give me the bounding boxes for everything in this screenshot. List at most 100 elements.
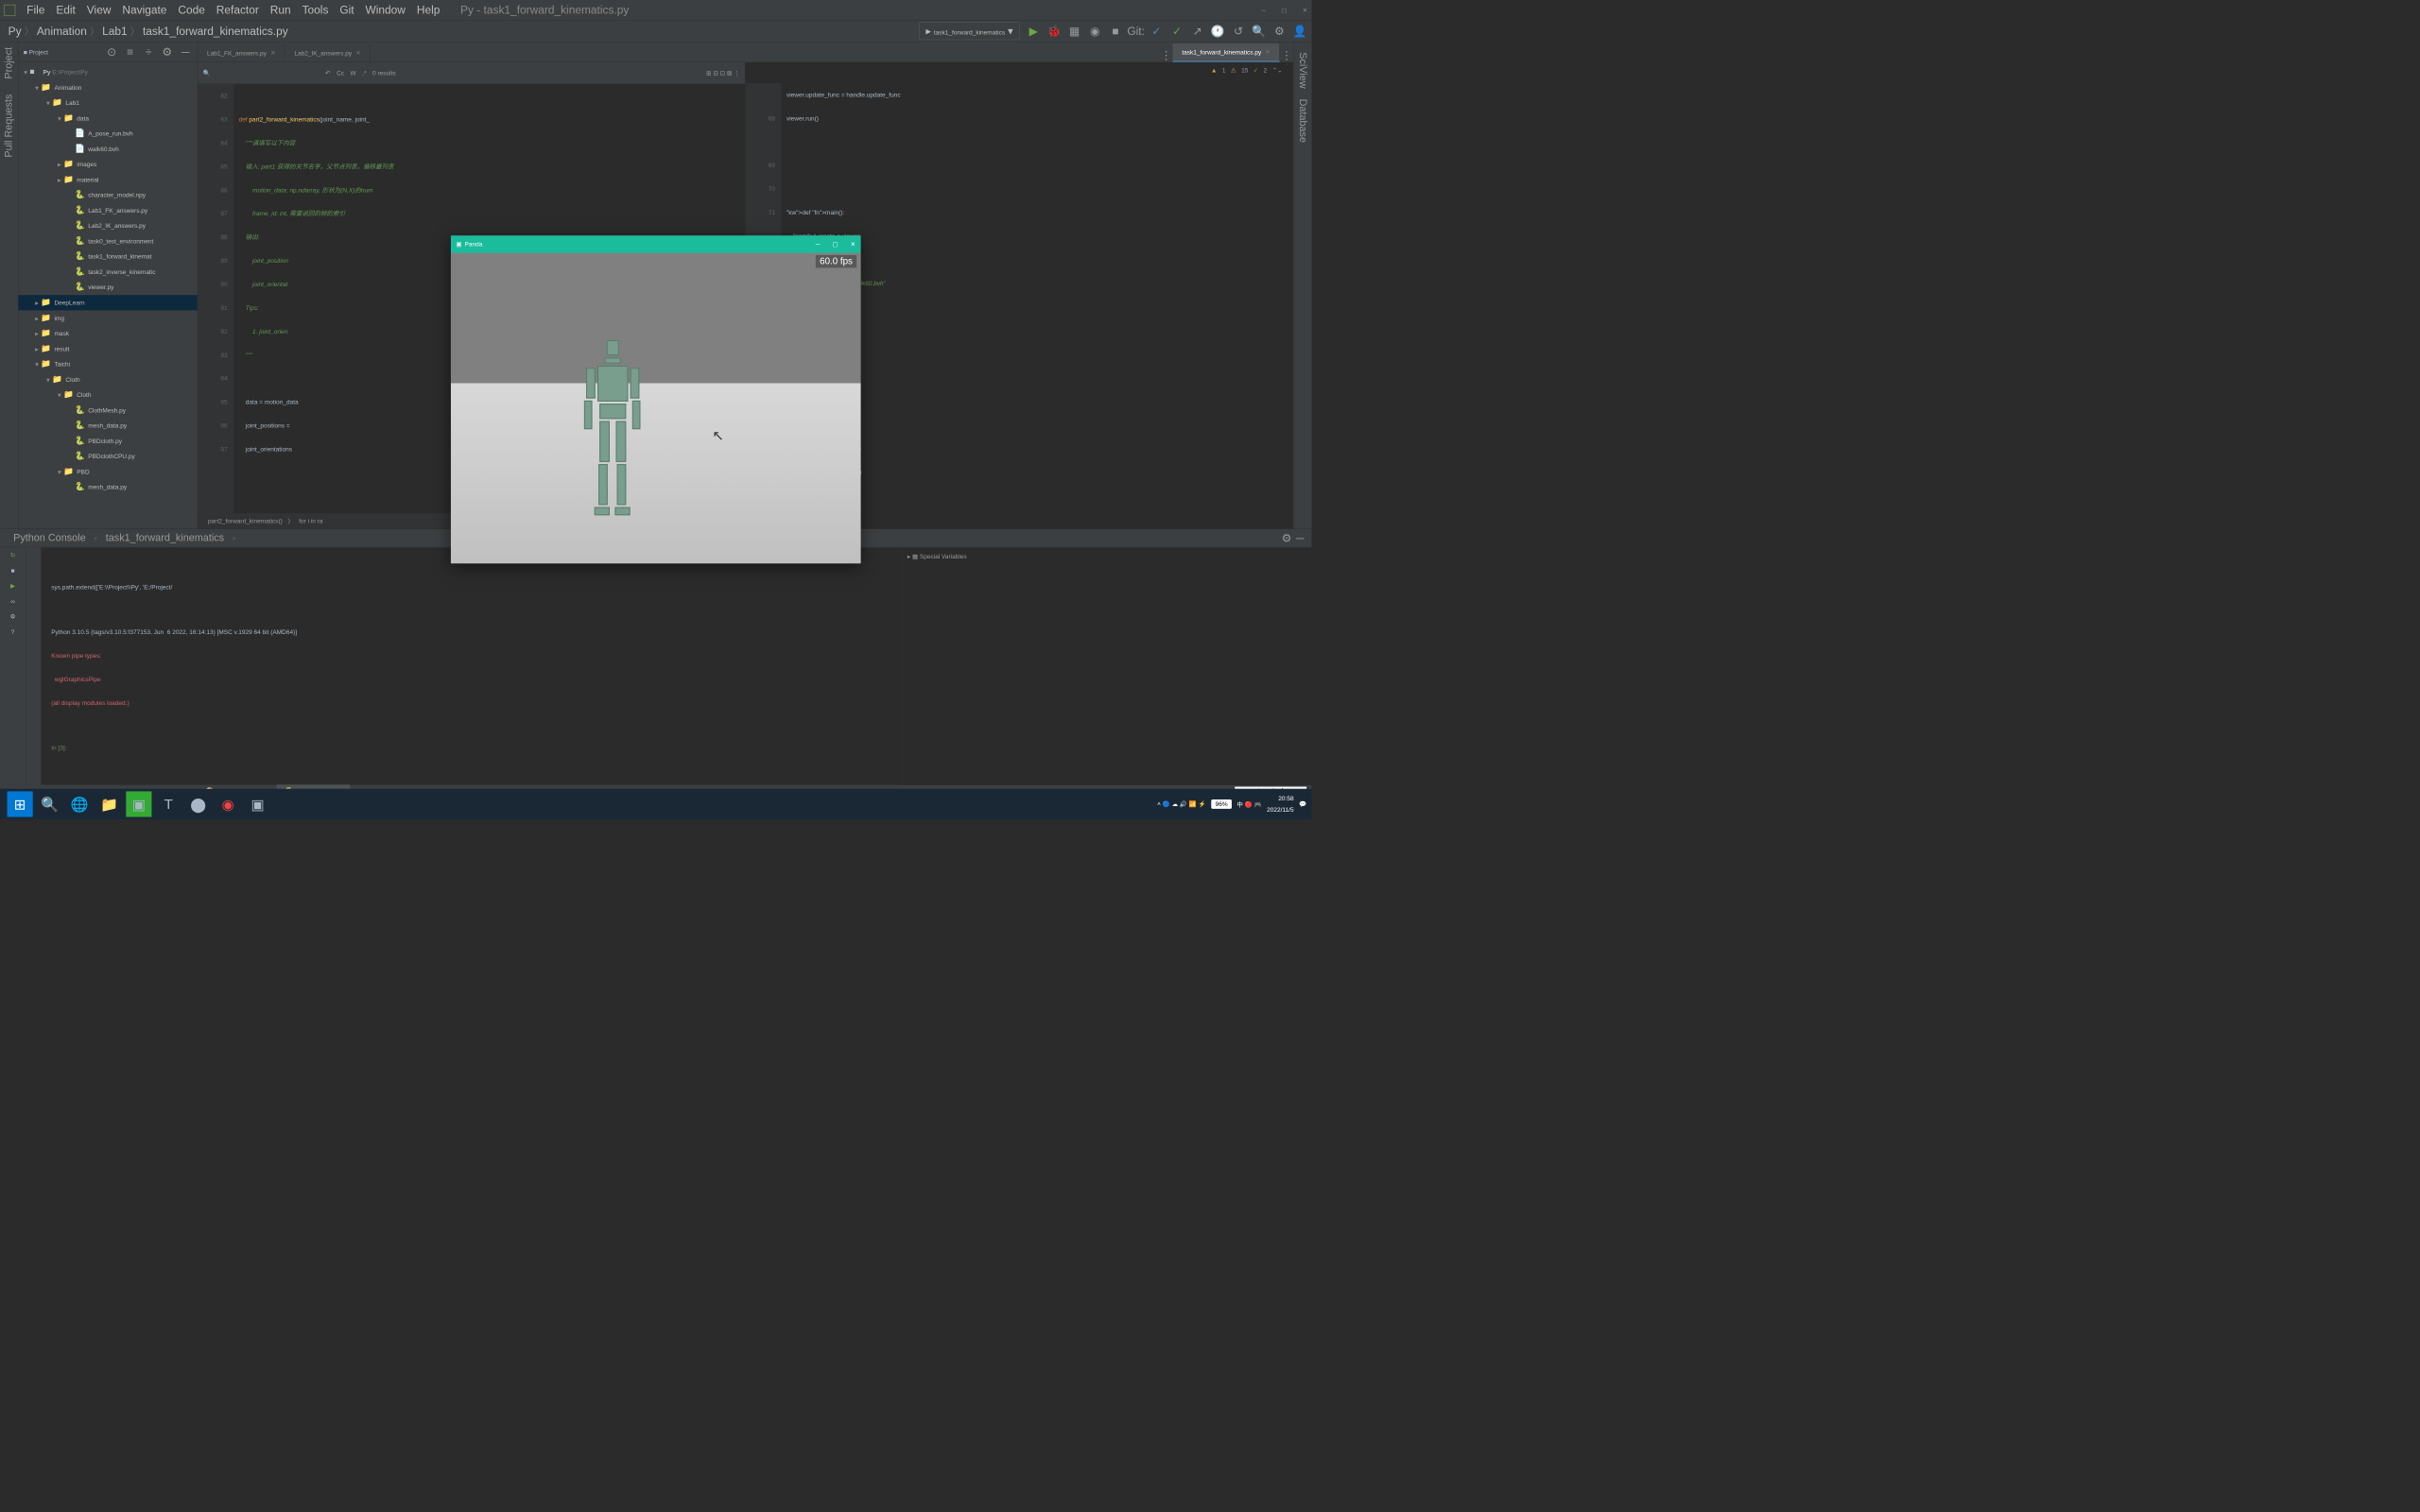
sciview-tool[interactable]: SciView bbox=[1297, 52, 1308, 88]
tree-item[interactable]: ▾📁Animation bbox=[19, 80, 198, 95]
app-icon[interactable]: ◉ bbox=[216, 791, 241, 816]
tree-item[interactable]: 📄A_pose_run.bvh bbox=[19, 126, 198, 141]
tree-item[interactable]: ▾📁Cloth bbox=[19, 371, 198, 387]
variables-panel[interactable]: ▸ ▦ Special Variables bbox=[902, 547, 1312, 784]
minimize-button[interactable]: ─ bbox=[1261, 7, 1266, 14]
close-icon[interactable]: × bbox=[270, 48, 275, 58]
edge-icon[interactable]: 🌐 bbox=[66, 791, 92, 816]
tree-item[interactable]: ▸📁images bbox=[19, 157, 198, 172]
pycharm-icon[interactable]: ▣ bbox=[126, 791, 151, 816]
tree-item[interactable]: ▸📁img bbox=[19, 310, 198, 325]
match-case[interactable]: Cc bbox=[337, 69, 344, 77]
tree-item[interactable]: 📄walk60.bvh bbox=[19, 142, 198, 157]
profile-button[interactable]: ◉ bbox=[1088, 25, 1101, 38]
tab-more-icon-2[interactable]: ⋮ bbox=[1280, 48, 1293, 61]
git-push-icon[interactable]: ↗ bbox=[1191, 25, 1204, 38]
database-tool[interactable]: Database bbox=[1297, 98, 1308, 142]
avatar-icon[interactable]: 👤 bbox=[1293, 25, 1306, 38]
close-button[interactable]: ✕ bbox=[1303, 7, 1307, 14]
project-tree[interactable]: ▾■ Py E:\Project\Py ▾📁Animation▾📁Lab1▾📁d… bbox=[19, 62, 198, 528]
debug-button[interactable]: 🐞 bbox=[1047, 25, 1061, 38]
tree-item[interactable]: ▾📁data bbox=[19, 111, 198, 126]
start-button[interactable]: ⊞ bbox=[8, 791, 33, 816]
tab-task1[interactable]: task1_forward_kinematics.py× bbox=[1173, 43, 1280, 62]
panda-titlebar[interactable]: ▣ Panda ─ ▢ ✕ bbox=[451, 235, 861, 252]
menu-help[interactable]: Help bbox=[411, 1, 444, 18]
menu-git[interactable]: Git bbox=[335, 1, 359, 18]
menu-run[interactable]: Run bbox=[265, 1, 296, 18]
panda-minimize[interactable]: ─ bbox=[816, 241, 821, 249]
settings-icon[interactable]: ⚙ bbox=[1272, 25, 1286, 38]
search-icon[interactable]: 🔍 bbox=[203, 69, 211, 77]
match-word[interactable]: W bbox=[351, 69, 356, 77]
tree-item[interactable]: 🐍character_model.npy bbox=[19, 187, 198, 202]
git-history-icon[interactable]: 🕐 bbox=[1211, 25, 1224, 38]
tree-item[interactable]: ▸📁DeepLearn bbox=[19, 295, 198, 310]
git-rollback-icon[interactable]: ↺ bbox=[1232, 25, 1245, 38]
obs-icon[interactable]: ⬤ bbox=[185, 791, 211, 816]
menu-tools[interactable]: Tools bbox=[297, 1, 334, 18]
explorer-icon[interactable]: 📁 bbox=[96, 791, 122, 816]
search-button[interactable]: 🔍 bbox=[37, 791, 62, 816]
tree-item[interactable]: 🐍viewer.py bbox=[19, 280, 198, 295]
panda-window[interactable]: ▣ Panda ─ ▢ ✕ 60.0 fps ↖ bbox=[451, 235, 861, 563]
project-tool[interactable]: Project bbox=[3, 47, 14, 79]
console-settings-icon[interactable]: ⚙ bbox=[1280, 531, 1293, 544]
expand-icon[interactable]: ≡ bbox=[124, 45, 137, 59]
menu-edit[interactable]: Edit bbox=[51, 1, 80, 18]
prev-match-icon[interactable]: ↶ bbox=[325, 69, 330, 77]
tree-item[interactable]: 🐍ClothMesh.py bbox=[19, 403, 198, 418]
breadcrumb-root[interactable]: Py bbox=[5, 25, 24, 38]
console-hide-icon[interactable]: ─ bbox=[1293, 531, 1306, 544]
run-icon[interactable]: ▶ bbox=[10, 582, 15, 590]
tab-more-icon[interactable]: ⋮ bbox=[1160, 48, 1173, 61]
terminal-icon[interactable]: ▣ bbox=[245, 791, 270, 816]
hide-panel-icon[interactable]: ─ bbox=[179, 45, 192, 59]
pull-requests-tool[interactable]: Pull Requests bbox=[3, 94, 14, 158]
inspection-badges[interactable]: ▲1 ⚠15 ✓2 ⌃⌄ bbox=[1211, 66, 1283, 74]
panda-viewport[interactable]: 60.0 fps ↖ bbox=[451, 253, 861, 563]
coverage-button[interactable]: ▦ bbox=[1068, 25, 1081, 38]
panda-maximize[interactable]: ▢ bbox=[833, 241, 838, 249]
tree-item[interactable]: 🐍PBDcloth.py bbox=[19, 434, 198, 449]
tree-item[interactable]: 🐍Lab2_IK_answers.py bbox=[19, 218, 198, 233]
select-file-icon[interactable]: ⊙ bbox=[105, 45, 118, 59]
tree-item[interactable]: ▾📁Lab1 bbox=[19, 95, 198, 111]
tree-item[interactable]: 🐍mesh_data.py bbox=[19, 479, 198, 494]
tree-item[interactable]: ▾📁PBD bbox=[19, 464, 198, 479]
run-config-dropdown[interactable]: ▸ task1_forward_kinematics ▾ bbox=[919, 22, 1019, 40]
tree-item[interactable]: 🐍task1_forward_kinemat bbox=[19, 249, 198, 264]
search-input[interactable] bbox=[216, 69, 319, 77]
notifications-icon[interactable]: 💬 bbox=[1299, 800, 1306, 808]
panel-settings-icon[interactable]: ⚙ bbox=[161, 45, 174, 59]
tree-item[interactable]: ▸📁result bbox=[19, 341, 198, 356]
menu-navigate[interactable]: Navigate bbox=[117, 1, 172, 18]
menu-refactor[interactable]: Refactor bbox=[211, 1, 264, 18]
tree-item[interactable]: ▸📁mask bbox=[19, 326, 198, 341]
console-output[interactable]: sys.path.extend(['E:\\Project\\Py', 'E:/… bbox=[41, 547, 902, 784]
run-button[interactable]: ▶ bbox=[1027, 25, 1040, 38]
search-icon[interactable]: 🔍 bbox=[1253, 25, 1266, 38]
settings-icon[interactable]: ⚙ bbox=[10, 613, 16, 621]
tree-item[interactable]: ▾📁Taichi bbox=[19, 356, 198, 371]
git-update-icon[interactable]: ✓ bbox=[1150, 25, 1163, 38]
menu-file[interactable]: File bbox=[22, 1, 50, 18]
menu-view[interactable]: View bbox=[81, 1, 115, 18]
tree-item[interactable]: 🐍PBDclothCPU.py bbox=[19, 449, 198, 464]
tab-lab2-ik[interactable]: Lab2_IK_answers.py× bbox=[285, 44, 371, 61]
panda-close[interactable]: ✕ bbox=[851, 241, 856, 249]
regex[interactable]: .* bbox=[362, 69, 366, 77]
system-tray[interactable]: ˄ 🔵 ☁ 🔊 📶 ⚡ 96% 中 🔴 🎮 20:58 2022/11/5 💬 bbox=[1157, 793, 1306, 816]
stop-button[interactable]: ■ bbox=[1109, 25, 1122, 38]
console-tab-run[interactable]: task1_forward_kinematics bbox=[97, 529, 233, 547]
breadcrumb-2[interactable]: Lab1 bbox=[99, 25, 130, 38]
link-icon[interactable]: ∞ bbox=[10, 598, 15, 606]
menu-code[interactable]: Code bbox=[173, 1, 210, 18]
git-commit-icon[interactable]: ✓ bbox=[1170, 25, 1184, 38]
text-icon[interactable]: T bbox=[156, 791, 182, 816]
tree-item[interactable]: ▾📁Cloth bbox=[19, 387, 198, 403]
tab-lab1-fk[interactable]: Lab1_FK_answers.py× bbox=[198, 44, 285, 61]
collapse-icon[interactable]: ÷ bbox=[142, 45, 155, 59]
stop-icon[interactable]: ■ bbox=[11, 567, 15, 575]
console-tab-python[interactable]: Python Console bbox=[5, 529, 94, 547]
